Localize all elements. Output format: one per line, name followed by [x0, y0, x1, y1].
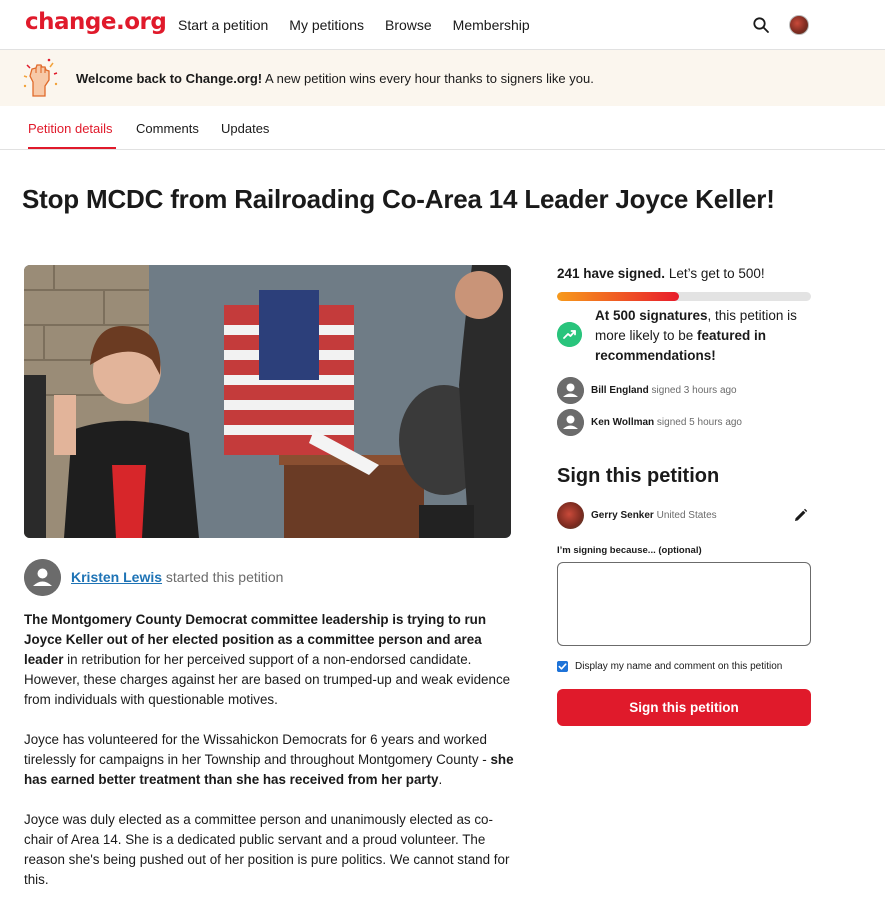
nav-links: Start a petition My petitions Browse Mem…	[178, 17, 530, 33]
current-signer: Gerry Senker United States	[591, 510, 717, 521]
banner-rest: A new petition wins every hour thanks to…	[262, 71, 594, 86]
tab-updates[interactable]: Updates	[221, 121, 269, 136]
user-avatar[interactable]	[789, 15, 809, 35]
signer-location: United States	[653, 510, 717, 521]
welcome-banner: Welcome back to Change.org! A new petiti…	[0, 50, 885, 106]
description-text: Joyce was duly elected as a committee pe…	[24, 812, 510, 887]
starter-suffix: started this petition	[162, 569, 284, 585]
description-paragraph: The Montgomery County Democrat committee…	[24, 610, 514, 710]
signed-count: 241 have signed.	[557, 266, 666, 281]
description-paragraph: Joyce was duly elected as a committee pe…	[24, 810, 514, 890]
signer-avatar-icon	[557, 409, 584, 436]
banner-message: Welcome back to Change.org! A new petiti…	[76, 71, 594, 86]
signature-count: 241 have signed. Let’s get to 500!	[557, 266, 765, 281]
tab-comments[interactable]: Comments	[136, 121, 199, 136]
display-name-checkbox[interactable]	[557, 661, 568, 672]
swearing-in-photo-illustration	[24, 265, 511, 538]
signed-goal: Let’s get to 500!	[665, 266, 765, 281]
tab-petition-details[interactable]: Petition details	[28, 121, 113, 136]
raised-fist-celebration-icon	[23, 58, 58, 97]
top-navigation: change.org Start a petition My petitions…	[0, 0, 885, 50]
description-paragraph: Joyce has volunteered for the Wissahicko…	[24, 730, 514, 790]
recent-signer-name: Ken Wollman	[591, 417, 655, 428]
sign-petition-button[interactable]: Sign this petition	[557, 689, 811, 726]
banner-bold: Welcome back to Change.org!	[76, 71, 263, 86]
trending-up-icon	[557, 322, 582, 347]
progress-fill	[557, 292, 679, 301]
milestone-message: At 500 signatures, this petition is more…	[595, 306, 817, 366]
nav-my-petitions[interactable]: My petitions	[289, 17, 364, 33]
starter-name-link[interactable]: Kristen Lewis	[71, 569, 162, 585]
starter-avatar	[24, 559, 61, 596]
display-name-label: Display my name and comment on this peti…	[575, 661, 783, 672]
recent-signer-time: signed 5 hours ago	[654, 417, 742, 428]
milestone-bold-text: At 500 signatures	[595, 308, 708, 323]
change-org-logo[interactable]: change.org	[25, 9, 167, 35]
recent-signer-name: Bill England	[591, 385, 649, 396]
reason-label: I’m signing because... (optional)	[557, 545, 702, 556]
reason-textarea[interactable]	[557, 562, 811, 646]
petition-photo[interactable]	[24, 265, 511, 538]
recent-signer-text: Ken Wollman signed 5 hours ago	[591, 417, 742, 428]
petition-title: Stop MCDC from Railroading Co-Area 14 Le…	[22, 184, 775, 214]
sign-petition-heading: Sign this petition	[557, 465, 720, 487]
search-icon[interactable]	[752, 16, 770, 34]
description-text: .	[438, 772, 443, 787]
signature-progress-bar	[557, 292, 811, 301]
recent-signer-text: Bill England signed 3 hours ago	[591, 385, 737, 396]
nav-browse[interactable]: Browse	[385, 17, 432, 33]
description-text: Joyce has volunteered for the Wissahicko…	[24, 732, 491, 767]
current-user-avatar	[557, 502, 584, 529]
petition-starter: Kristen Lewis started this petition	[71, 569, 283, 585]
description-text: in retribution for her perceived support…	[24, 652, 511, 707]
pencil-icon[interactable]	[793, 508, 808, 523]
nav-membership[interactable]: Membership	[453, 17, 530, 33]
signer-avatar-icon	[557, 377, 584, 404]
petition-tabs: Petition details Comments Updates	[0, 106, 885, 150]
recent-signer-time: signed 3 hours ago	[648, 385, 737, 396]
active-tab-indicator	[28, 147, 116, 149]
nav-start-petition[interactable]: Start a petition	[178, 17, 268, 33]
petition-description: The Montgomery County Democrat committee…	[24, 610, 514, 910]
signer-name: Gerry Senker	[591, 510, 654, 521]
